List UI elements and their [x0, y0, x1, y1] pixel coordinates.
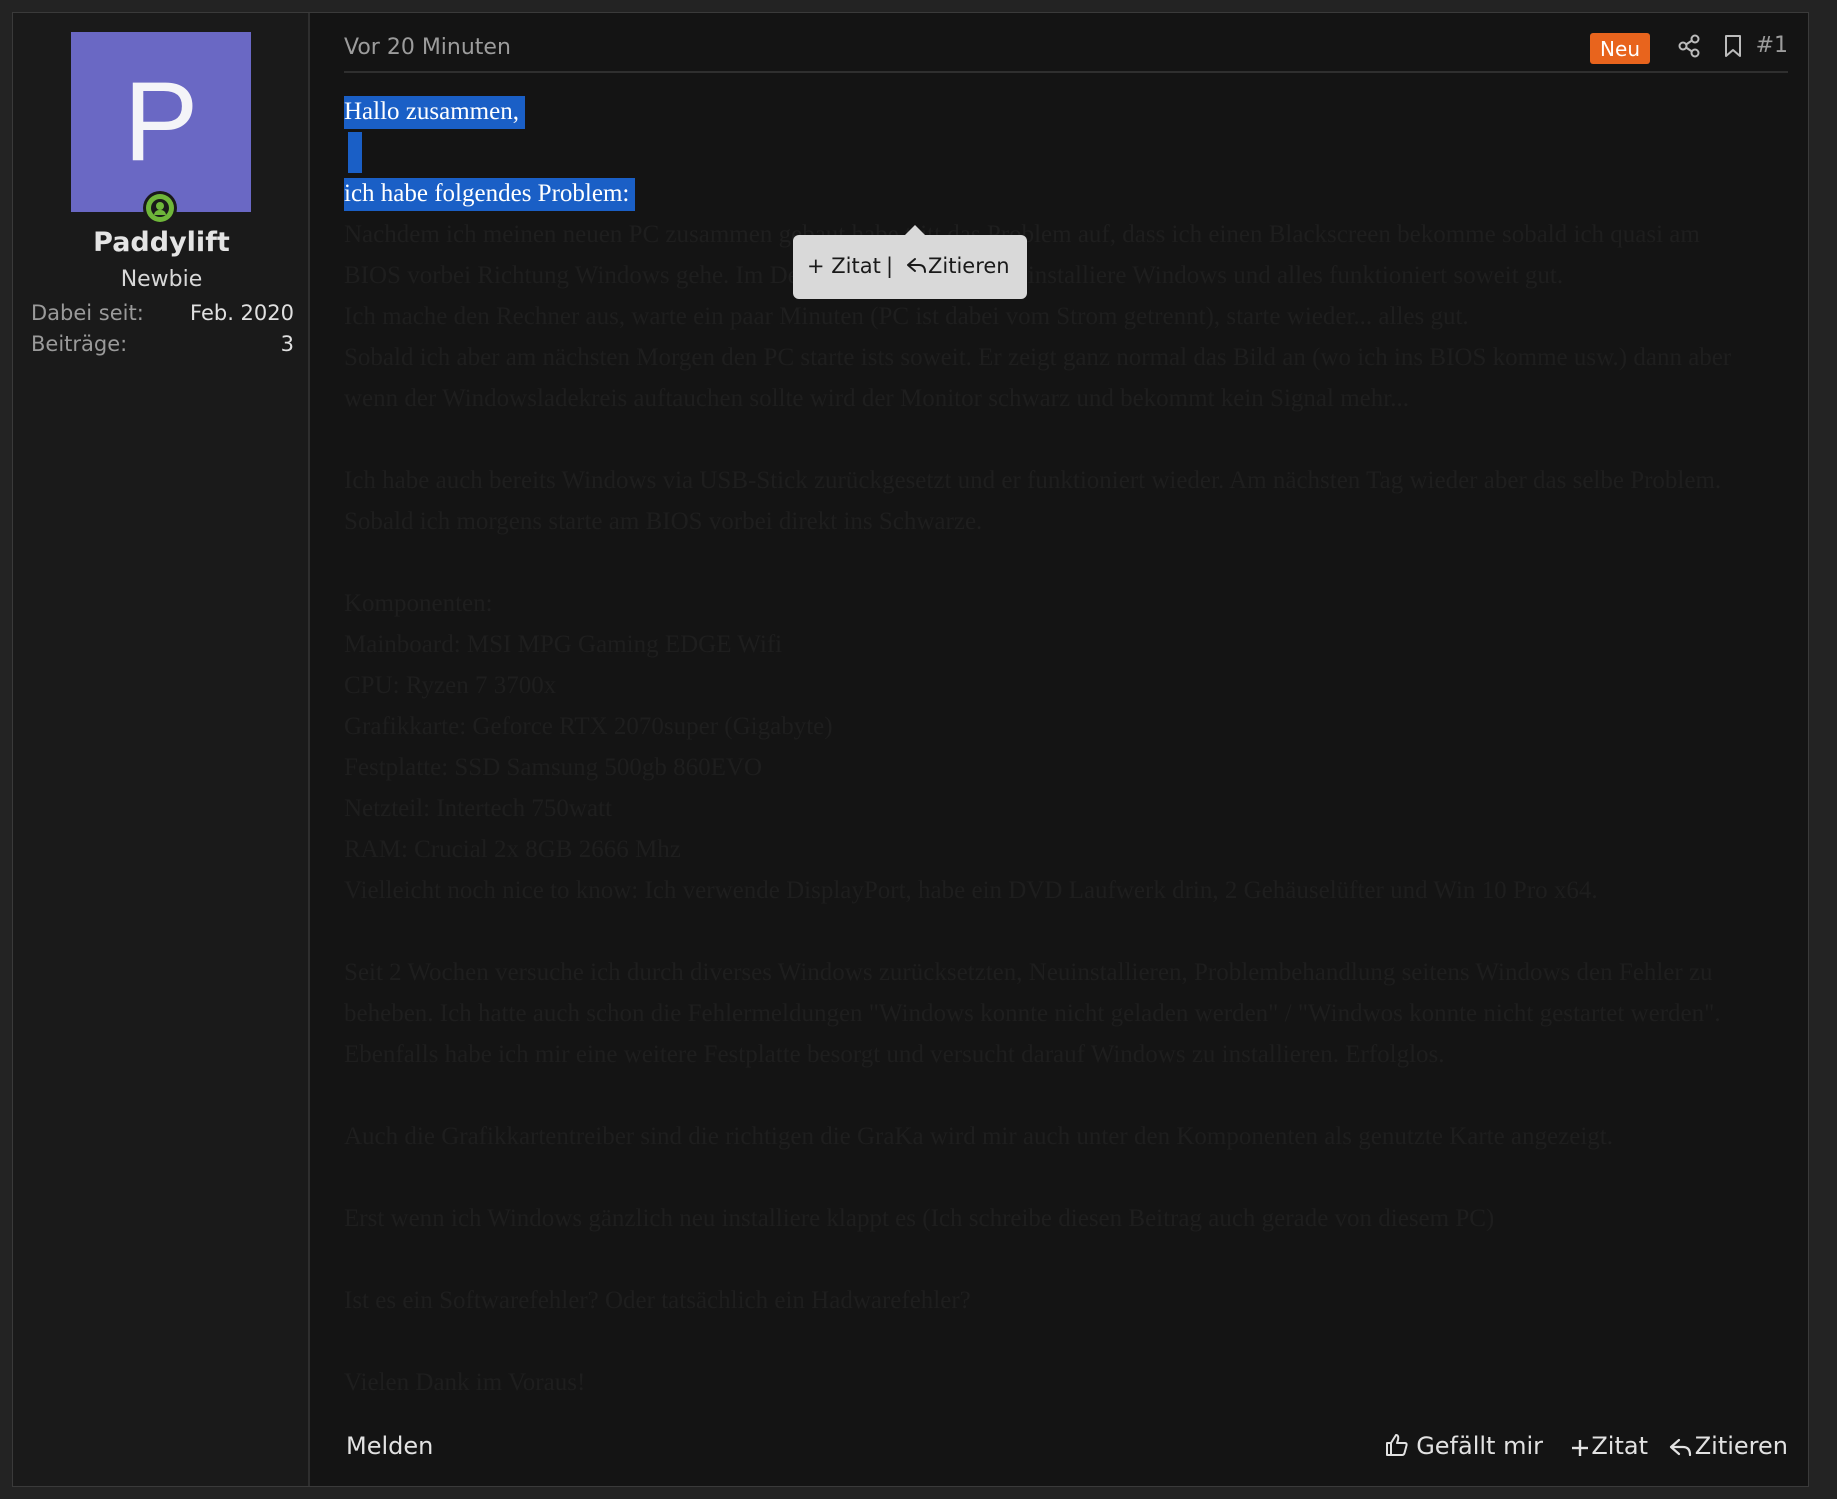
popup-separator: |: [886, 254, 894, 278]
report-button[interactable]: Melden: [346, 1432, 433, 1460]
body-line: Vielen Dank im Voraus!: [344, 1369, 586, 1396]
post-body: Hallo zusammen, ich habe folgendes Probl…: [344, 91, 1788, 1403]
body-line: Nachdem ich meinen neuen PC zusammen geb…: [344, 221, 1700, 248]
post-main: Vor 20 Minuten Neu #1 Hallo zusammen, ic…: [310, 13, 1808, 1486]
avatar[interactable]: P: [71, 32, 251, 212]
selected-blank-line: [348, 132, 362, 173]
post-number-link[interactable]: #1: [1756, 33, 1788, 58]
username-link[interactable]: Paddylift: [13, 227, 310, 258]
body-line: Erst wenn ich Windows gänzlich neu insta…: [344, 1205, 1495, 1232]
body-line: Sobald ich morgens starte am BIOS vorbei…: [344, 508, 983, 535]
stat-joined: Dabei seit: Feb. 2020: [31, 301, 294, 331]
share-icon[interactable]: [1674, 31, 1704, 61]
body-line: BIOS vorbei Richtung Windows gehe. Im De…: [344, 262, 1564, 289]
bookmark-icon[interactable]: [1718, 31, 1748, 61]
post-footer: Melden Gefällt mir Zitat Zitieren: [344, 1426, 1788, 1466]
post-container: P Paddylift Newbie Dabei seit: Feb. 2020…: [12, 12, 1809, 1487]
body-line: Seit 2 Wochen versuche ich durch diverse…: [344, 959, 1713, 986]
selected-text: Hallo zusammen,: [344, 96, 525, 129]
body-line: Vielleicht noch nice to know: Ich verwen…: [344, 877, 1598, 904]
reply-icon: [907, 258, 926, 273]
body-line: CPU: Ryzen 7 3700x: [344, 672, 557, 699]
user-title: Newbie: [120, 267, 203, 292]
body-line: Mainboard: MSI MPG Gaming EDGE Wifi: [344, 631, 783, 658]
stat-posts: Beiträge: 3: [31, 332, 294, 362]
body-line: Festplatte: SSD Samsung 500gb 860EVO: [344, 754, 763, 781]
stat-value: 3: [280, 332, 294, 356]
sidebar-arrow: [292, 65, 306, 89]
like-button[interactable]: Gefällt mir: [1384, 1432, 1543, 1460]
popup-zitieren-button[interactable]: Zitieren: [906, 254, 1010, 278]
body-line: Auch die Grafikkartentreiber sind die ri…: [344, 1123, 1613, 1150]
body-line: RAM: Crucial 2x 8GB 2666 Mhz: [344, 836, 681, 863]
post-header: Vor 20 Minuten Neu #1: [344, 13, 1788, 73]
new-badge: Neu: [1590, 33, 1650, 64]
online-status-icon: [143, 191, 177, 225]
like-label: Gefällt mir: [1416, 1432, 1543, 1460]
selection-quote-popup: + Zitat | Zitieren: [793, 225, 1027, 299]
plus-icon: [1572, 1440, 1589, 1456]
body-line: Ist es ein Softwarefehler? Oder tatsächl…: [344, 1287, 971, 1314]
popup-zitat-button[interactable]: + Zitat: [807, 254, 881, 278]
quote-label: Zitat: [1591, 1432, 1648, 1460]
post-timestamp[interactable]: Vor 20 Minuten: [344, 35, 511, 60]
thumbs-up-icon: [1386, 1434, 1408, 1456]
body-line: Ich mache den Rechner aus, warte ein paa…: [344, 303, 1469, 330]
body-line: Netzteil: Intertech 750watt: [344, 795, 612, 822]
reply-label: Zitieren: [1694, 1432, 1788, 1460]
body-line: Komponenten:: [344, 590, 493, 617]
body-line: Sobald ich aber am nächsten Morgen den P…: [344, 344, 1732, 371]
stat-label: Beiträge:: [31, 332, 128, 356]
body-line: beheben. Ich hatte auch schon die Fehler…: [344, 1000, 1721, 1027]
stat-value: Feb. 2020: [190, 301, 294, 325]
reply-icon: [1669, 1438, 1691, 1457]
popup-zitieren-label: Zitieren: [928, 254, 1010, 278]
body-line: wenn der Windowsladekreis auftauchen sol…: [344, 385, 1409, 412]
reply-button[interactable]: Zitieren: [1669, 1432, 1788, 1460]
user-sidebar: P Paddylift Newbie Dabei seit: Feb. 2020…: [13, 13, 310, 1486]
body-line: Grafikkarte: Geforce RTX 2070super (Giga…: [344, 713, 833, 740]
stat-label: Dabei seit:: [31, 301, 144, 325]
body-line: Ich habe auch bereits Windows via USB-St…: [344, 467, 1722, 494]
body-line: Ebenfalls habe ich mir eine weitere Fest…: [344, 1041, 1445, 1068]
selected-text: ich habe folgendes Problem:: [344, 178, 636, 211]
quote-button[interactable]: Zitat: [1571, 1432, 1648, 1460]
